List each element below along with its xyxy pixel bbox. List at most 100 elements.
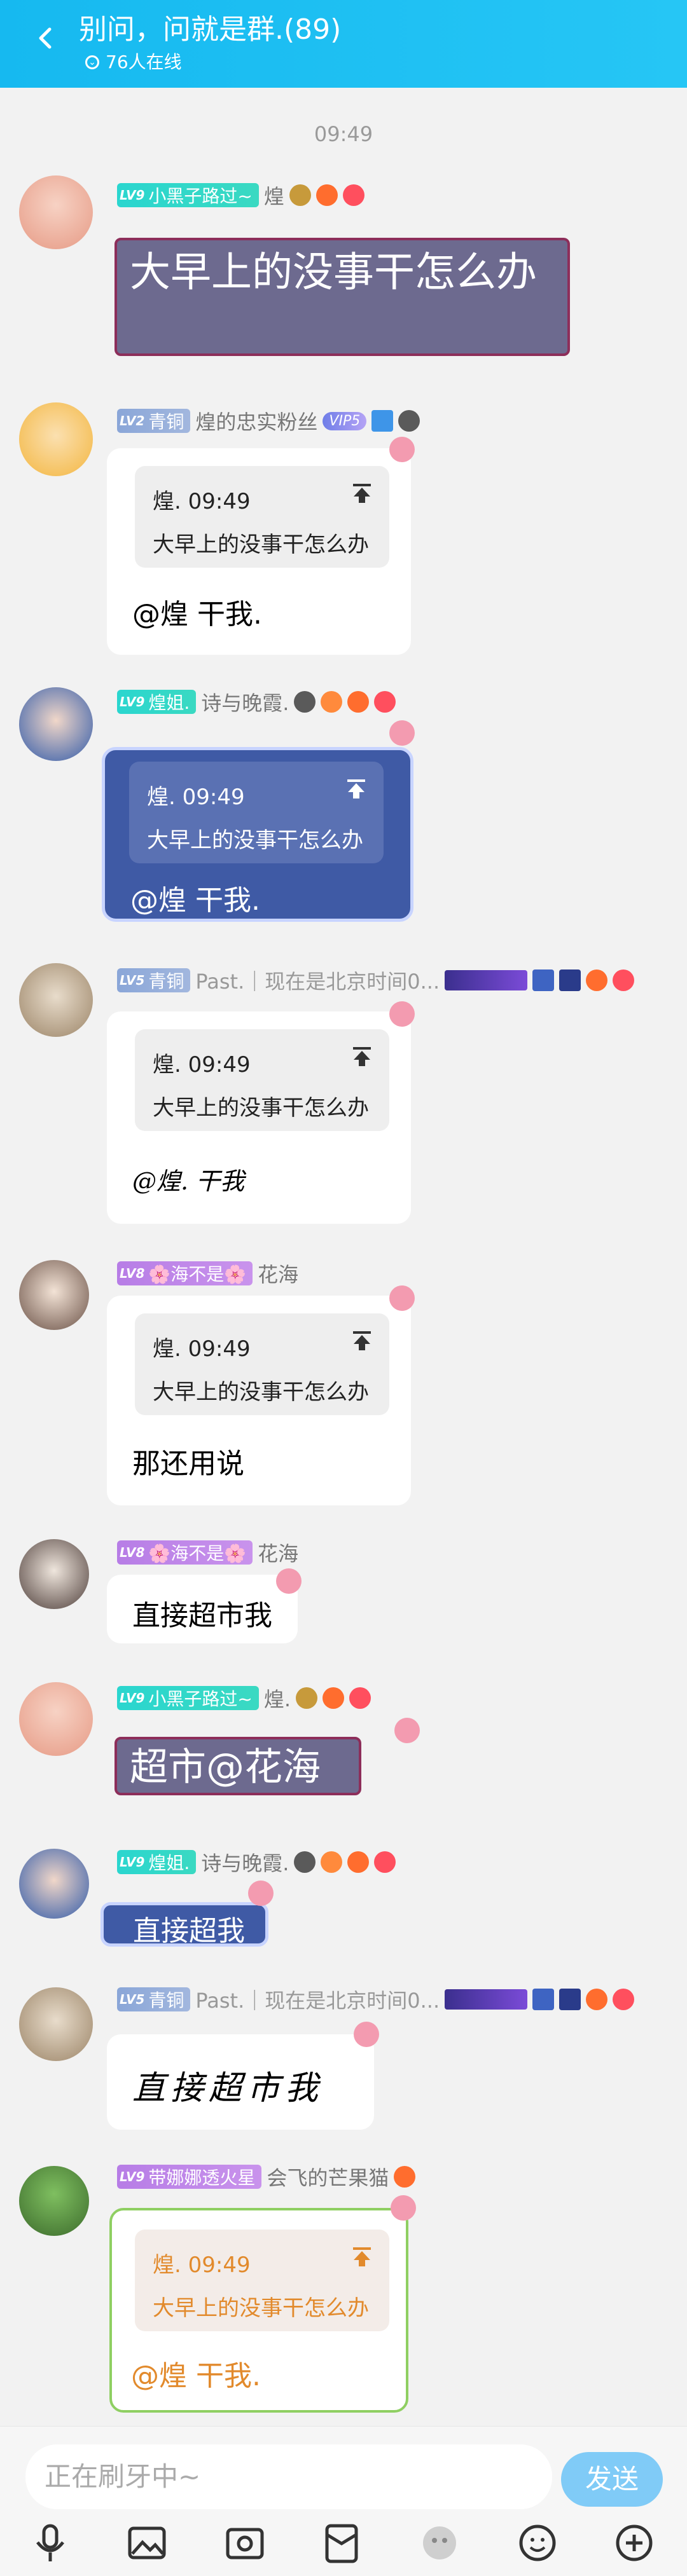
level-badge: LV9 煌姐. [117, 690, 197, 714]
avatar[interactable] [19, 1987, 93, 2061]
image-icon[interactable] [125, 2521, 169, 2565]
smile-badge-icon [374, 691, 396, 713]
sticker-icon [276, 1568, 302, 1594]
level-badge: LV5 青铜 [117, 1987, 191, 2011]
back-arrow-icon[interactable] [33, 25, 59, 51]
message-bubble[interactable]: 直接超我 [101, 1902, 268, 1947]
quote-text: 大早上的没事干怎么办 [153, 1380, 369, 1405]
smile-badge-icon [374, 1851, 396, 1873]
smile-badge-icon [342, 184, 364, 206]
quoted-message[interactable]: 煌. 09:49 大早上的没事干怎么办 [135, 2230, 389, 2331]
message-bubble[interactable]: 大早上的没事干怎么办 [114, 238, 570, 356]
avatar[interactable] [19, 963, 93, 1037]
sender-name[interactable]: Past.｜现在是北京时间0... [195, 966, 440, 995]
quote-header: 煌. 09:49 [147, 784, 245, 810]
quoted-message[interactable]: 煌. 09:49 大早上的没事干怎么办 [135, 1313, 389, 1415]
sender-name[interactable]: 花海 [258, 1538, 298, 1567]
message-bubble[interactable]: 煌. 09:49 大早上的没事干怎么办 @煌. 干我 [107, 1011, 411, 1224]
sender-name[interactable]: 花海 [258, 1259, 298, 1288]
message-6: LV8 🌸海不是🌸 花海 直接超市我 [0, 1535, 687, 1656]
avatar[interactable] [19, 1539, 89, 1609]
online-count[interactable]: ⌄ 76人在线 [85, 51, 182, 74]
avatar[interactable] [19, 1849, 89, 1919]
avatar[interactable] [19, 402, 93, 476]
camera-icon[interactable] [223, 2521, 267, 2565]
message-input[interactable]: 正在刷牙中~ [25, 2444, 552, 2509]
sender-name[interactable]: 煌的忠实粉丝 [195, 406, 317, 435]
level-badge: LV9 小黑子路过~ [117, 1686, 259, 1710]
medal-icon [294, 1851, 316, 1873]
quoted-message[interactable]: 煌. 09:49 大早上的没事干怎么办 [129, 762, 384, 863]
sticker-icon [391, 2195, 416, 2221]
level-badge: LV9 小黑子路过~ [117, 183, 259, 207]
emoji-icon[interactable] [515, 2521, 560, 2565]
sticker-icon [389, 1001, 415, 1027]
message-text: 大早上的没事干怎么办 [130, 249, 537, 296]
fire-icon [394, 2166, 416, 2188]
online-chevron-icon: ⌄ [85, 55, 99, 69]
sender-name[interactable]: 诗与晚霞. [201, 687, 289, 716]
sticker-icon [389, 720, 415, 746]
jump-to-top-icon [347, 779, 365, 798]
fire-icon [347, 691, 370, 713]
message-text: @煌 干我. [132, 598, 262, 631]
avatar[interactable] [19, 175, 93, 249]
avatar[interactable] [19, 1260, 89, 1330]
quoted-message[interactable]: 煌. 09:49 大早上的没事干怎么办 [135, 1029, 389, 1131]
fire-icon [347, 1851, 370, 1873]
sender-name[interactable]: 会飞的芒果猫 [267, 2162, 389, 2191]
sticker-icon [394, 1718, 420, 1743]
message-bubble[interactable]: 直接超市我 [107, 1575, 298, 1643]
level-badge: LV9 煌姐. [117, 1850, 197, 1874]
message-text: @煌 干我. [131, 2360, 261, 2392]
level-badge: LV5 青铜 [117, 968, 191, 992]
wing-icon [321, 1851, 343, 1873]
input-toolbar [0, 2521, 687, 2572]
diamond-icon [371, 410, 394, 432]
quoted-message[interactable]: 煌. 09:49 大早上的没事干怎么办 [135, 466, 389, 568]
message-bubble[interactable]: 超市@花海 [114, 1737, 361, 1795]
sender-name[interactable]: 诗与晚霞. [201, 1847, 289, 1877]
sticker-icon [389, 1285, 415, 1311]
message-bubble[interactable]: 直接超市我 [107, 2034, 374, 2130]
shield-icon [559, 1989, 581, 2010]
sender-name[interactable]: 煌 [264, 181, 284, 210]
smile-badge-icon [613, 969, 635, 991]
diamond-icon [532, 1989, 555, 2010]
red-packet-icon[interactable] [319, 2521, 364, 2565]
avatar[interactable] [19, 687, 93, 761]
fire-icon [323, 1687, 345, 1709]
emoji-pack-icon[interactable] [417, 2521, 462, 2565]
smile-badge-icon [613, 1989, 635, 2010]
timestamp: 09:49 [314, 122, 373, 146]
chat-header: 别问，问就是群.(89) ⌄ 76人在线 [0, 0, 687, 88]
microphone-icon[interactable] [28, 2521, 73, 2565]
send-button[interactable]: 发送 [561, 2452, 663, 2507]
jump-to-top-icon [353, 2247, 371, 2266]
message-2: LV2 青铜 煌的忠实粉丝 VIP5 煌. 09:49 大早上的没事干怎么办 @煌… [0, 397, 687, 658]
message-bubble[interactable]: 煌. 09:49 大早上的没事干怎么办 @煌 干我. [107, 448, 411, 655]
group-title[interactable]: 别问，问就是群.(89) [79, 11, 341, 48]
message-bubble[interactable]: 煌. 09:49 大早上的没事干怎么办 @煌 干我. [102, 747, 413, 922]
diamond-icon [532, 969, 555, 991]
plus-icon[interactable] [612, 2521, 656, 2565]
message-text: 直接超市我 [132, 1600, 272, 1632]
level-badge: LV8 🌸海不是🌸 [117, 1540, 253, 1565]
avatar[interactable] [19, 1682, 93, 1756]
message-bubble[interactable]: 煌. 09:49 大早上的没事干怎么办 那还用说 [107, 1296, 411, 1505]
avatar[interactable] [19, 2166, 89, 2236]
sender-name[interactable]: 煌. [264, 1683, 291, 1713]
jump-to-top-icon [353, 1047, 371, 1066]
message-1: LV9 小黑子路过~ 煌 大早上的没事干怎么办 [0, 172, 687, 375]
message-text: @煌 干我. [130, 884, 260, 917]
sticker-icon [354, 2022, 379, 2047]
sender-name[interactable]: Past.｜现在是北京时间0... [195, 1985, 440, 2014]
jump-to-top-icon [353, 484, 371, 503]
jump-to-top-icon [353, 1331, 371, 1350]
shield-icon [559, 969, 581, 991]
sticker-icon [248, 1881, 274, 1906]
message-bubble[interactable]: 煌. 09:49 大早上的没事干怎么办 @煌 干我. [109, 2208, 408, 2413]
message-10: LV9 带娜娜透火星 会飞的芒果猫 煌. 09:49 大早上的没事干怎么办 @煌 … [0, 2158, 687, 2413]
message-3: LV9 煌姐. 诗与晚霞. 煌. 09:49 大早上的没事干怎么办 @煌 干我. [0, 677, 687, 931]
message-text: 超市@花海 [130, 1745, 321, 1790]
